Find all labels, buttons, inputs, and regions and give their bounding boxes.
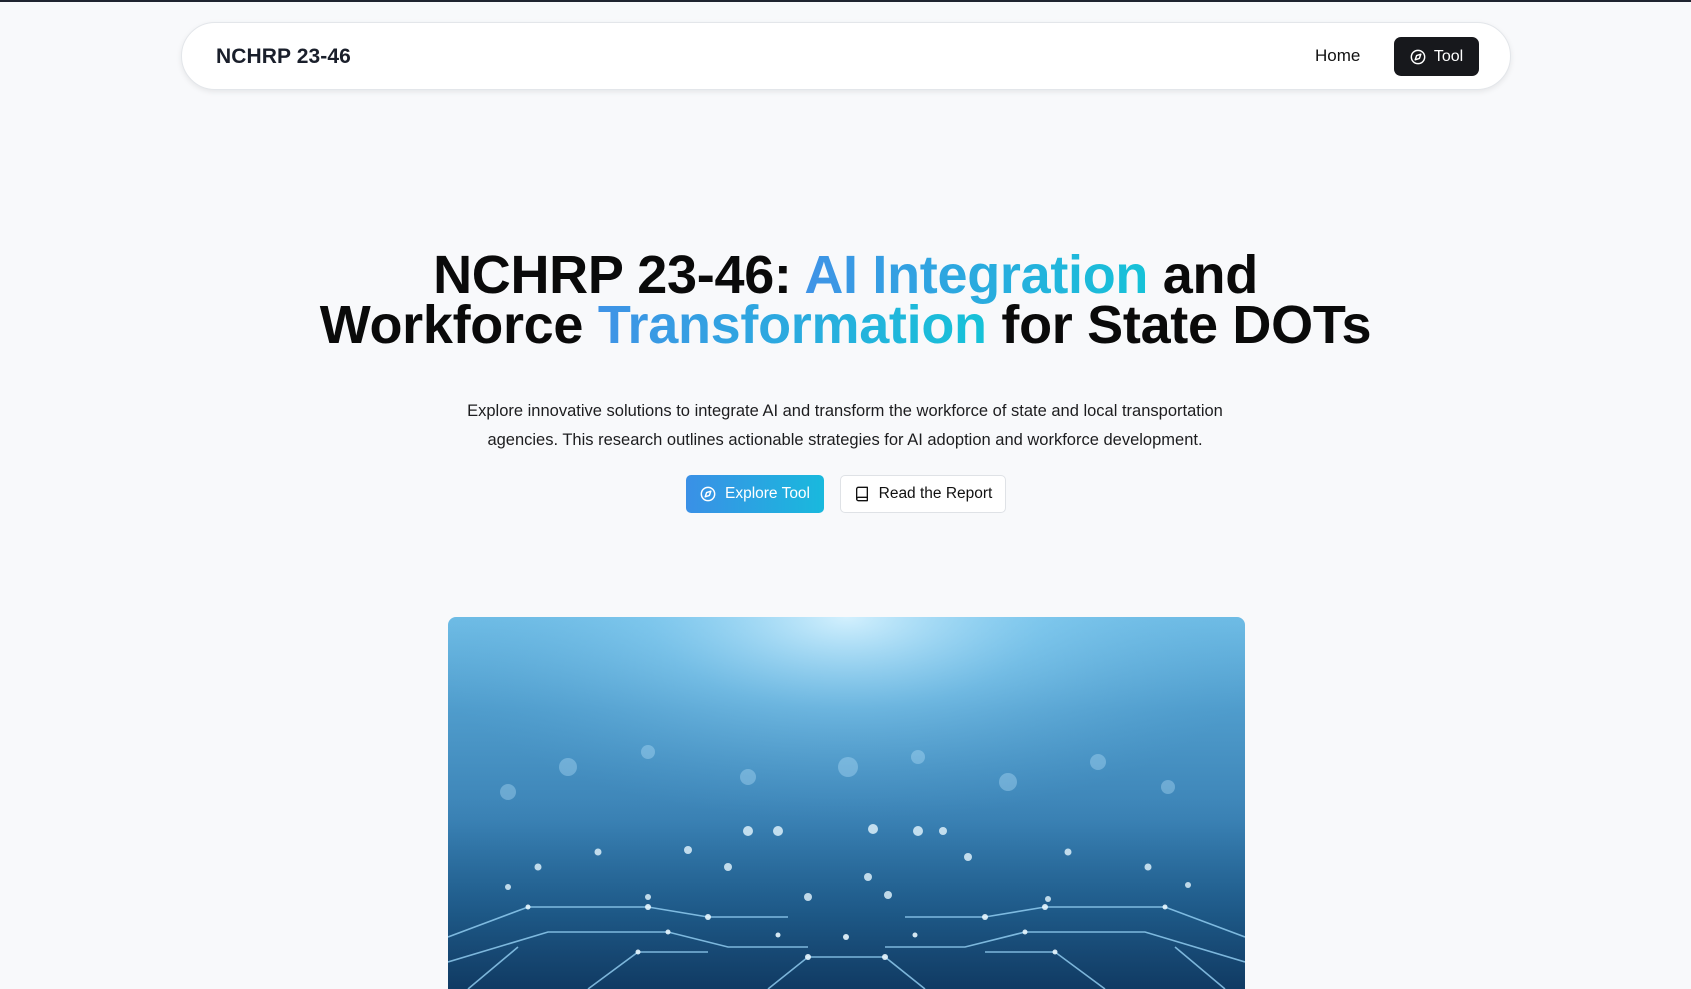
title-highlight-transformation: Transformation [597, 295, 987, 355]
explore-tool-button[interactable]: Explore Tool [686, 475, 824, 513]
read-report-label: Read the Report [878, 485, 993, 502]
explore-tool-label: Explore Tool [724, 485, 810, 502]
hero-actions: Explore Tool Read the Report [686, 475, 1006, 513]
book-icon [854, 486, 870, 502]
title-line2-suffix: for State DOTs [986, 295, 1372, 355]
nav-tool-label: Tool [1433, 47, 1464, 65]
top-border [0, 0, 1691, 2]
compass-icon [700, 486, 716, 502]
title-line2-prefix: Workforce [319, 295, 598, 355]
nav-tool-button[interactable]: Tool [1394, 37, 1479, 76]
compass-icon [1410, 49, 1426, 65]
brand-logo[interactable]: NCHRP 23-46 [216, 45, 351, 69]
circuit-board-image [448, 617, 1245, 989]
hero-title: NCHRP 23-46: AI Integration and Workforc… [0, 248, 1691, 352]
hero-description: Explore innovative solutions to integrat… [467, 402, 1223, 449]
read-report-button[interactable]: Read the Report [840, 475, 1006, 513]
navbar: NCHRP 23-46 Home Tool [181, 22, 1511, 90]
nav-home-link[interactable]: Home [1315, 46, 1360, 66]
